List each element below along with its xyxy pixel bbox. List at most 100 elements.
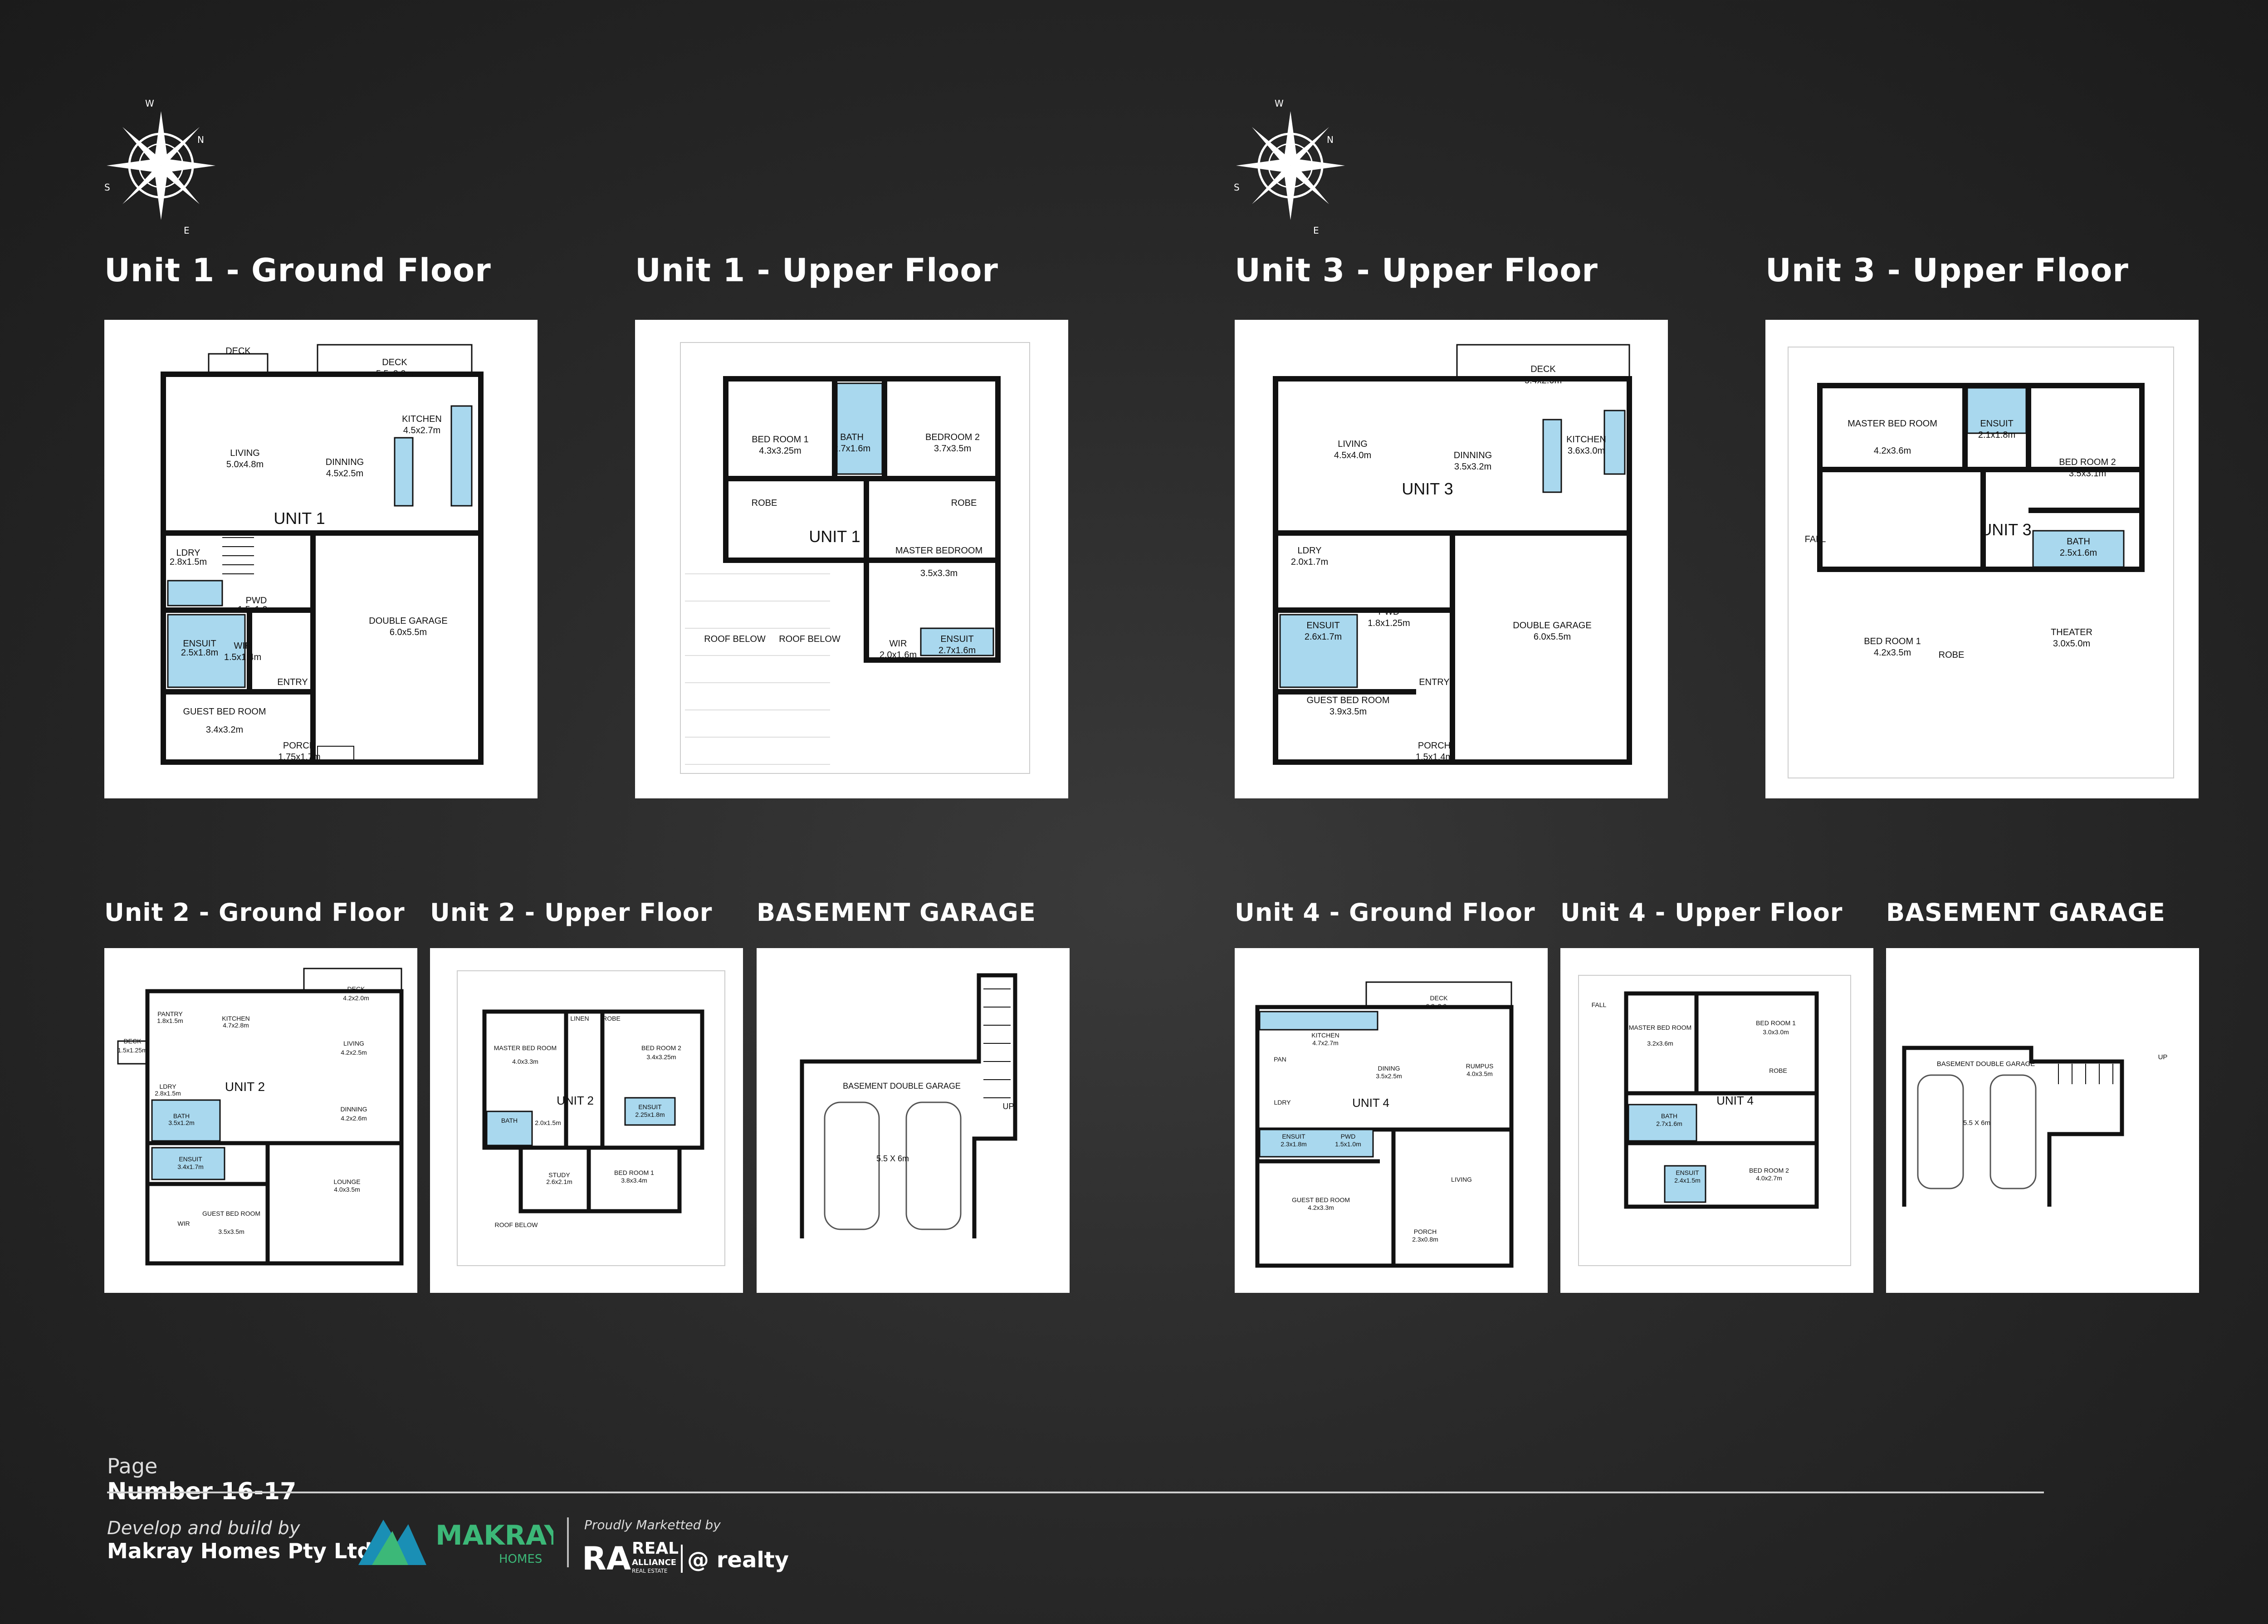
room-label: ROOF BELOW (779, 634, 841, 644)
room-label: ROBE (602, 1015, 621, 1022)
room-size: 5.5x2.0m (376, 369, 413, 379)
room-size: 2.6x1.7m (1305, 632, 1342, 642)
room-label: MASTER BEDROOM (895, 546, 982, 556)
room-label: ENTRY (277, 677, 308, 687)
title-unit3-upper-b: Unit 3 - Upper Floor (1765, 252, 2129, 289)
room-size: 3.4x3.25m (646, 1053, 676, 1061)
room-label: ENSUIT (179, 1155, 202, 1163)
room-size: 2.5x1.6m (2060, 548, 2097, 558)
floorplan-unit2-upper[interactable]: MASTER BED ROOM 4.0x3.3m LINEN ROBE BED … (430, 948, 743, 1293)
floorplan-basement-right[interactable]: BASEMENT DOUBLE GARAGE 5.5 X 6m UP (1886, 948, 2199, 1293)
room-size: 6.0x5.5m (1534, 632, 1571, 642)
ra-sub: REAL ESTATE (632, 1568, 667, 1574)
room-label: DECK (1530, 364, 1556, 374)
floorplan-unit1-ground[interactable]: DECK DECK 5.5x2.0m LIVING 5.0x4.8m DINNI… (104, 320, 538, 798)
ra-mark: RA (582, 1540, 631, 1576)
room-label: LDRY (176, 548, 200, 558)
room-size: 5.4x2.0m (1525, 376, 1562, 386)
floorplan-unit3-upper-a[interactable]: DECK 5.4x2.0m LIVING 4.5x4.0m DINNING 3.… (1235, 320, 1668, 798)
room-size: 1.5x1.0m (238, 605, 275, 615)
room-label: PORCH (1418, 741, 1451, 751)
room-label: LIVING (343, 1040, 364, 1047)
room-label: WIR (234, 641, 252, 651)
unit-label: UNIT 3 (1980, 520, 2031, 539)
floorplan-unit2-ground[interactable]: DECK 4.2x2.0m PANTRY 1.8x1.5m KITCHEN 4.… (104, 948, 417, 1293)
room-label: FALL (1592, 1001, 1607, 1008)
room-size: 2.3x1.8m (1281, 1140, 1307, 1148)
room-label: THEATER (2051, 627, 2092, 637)
room-size: 4.0x2.7m (1756, 1174, 1782, 1182)
room-label: MASTER BED ROOM (1848, 419, 1937, 429)
room-label: BED ROOM 1 (1756, 1019, 1796, 1027)
room-size: 4.2x2.6m (341, 1115, 367, 1122)
floorplan-unit4-ground[interactable]: DECK 6.3x2.0m KITCHEN 4.7x2.7m PAN DININ… (1235, 948, 1548, 1293)
room-size: 3.0x5.0m (2053, 639, 2090, 649)
compass-e-label: E (1313, 225, 1319, 236)
floorplan-basement-left[interactable]: BASEMENT DOUBLE GARAGE 5.5 X 6m UP (757, 948, 1070, 1293)
room-label: PWD (246, 596, 267, 606)
room-size: 2.6x2.1m (546, 1178, 572, 1185)
room-label: PWD (1378, 607, 1400, 617)
unit-label: UNIT 1 (274, 509, 325, 528)
room-size: 4.2x3.5m (1874, 648, 1911, 658)
room-size: 2.5x1.8m (181, 648, 218, 658)
basement-label: BASEMENT DOUBLE GARAGE (1937, 1060, 2035, 1068)
room-size: 2.7x1.6m (833, 444, 870, 454)
room-label: PORCH (1414, 1228, 1437, 1235)
compass-n-label: N (197, 134, 204, 145)
room-size: 3.2x3.6m (1647, 1040, 1673, 1047)
room-label: DOUBLE GARAGE (1513, 621, 1591, 631)
room-label: GUEST BED ROOM (202, 1210, 260, 1217)
room-size: 1.5x1.4m (1416, 752, 1453, 762)
up-label: UP (2158, 1053, 2168, 1061)
room-label: ENSUIT (1282, 1133, 1305, 1140)
room-size: 2.25x1.8m (635, 1111, 665, 1118)
floorplan-unit3-upper-b[interactable]: MASTER BED ROOM 4.2x3.6m ENSUIT 2.1x1.8m… (1765, 320, 2199, 798)
room-label: LDRY (1274, 1099, 1291, 1106)
room-size: 3.4x1.7m (177, 1163, 204, 1170)
room-label: DINNING (340, 1105, 367, 1113)
room-label: KITCHEN (222, 1015, 249, 1022)
makray-logo: MAKRAY HOMES (358, 1511, 565, 1570)
room-size: 2.0x1.6m (880, 650, 917, 660)
compass-w-label: W (1275, 98, 1284, 109)
room-size: 3.0x3.0m (1763, 1028, 1789, 1036)
room-label: KITCHEN (402, 414, 442, 424)
room-size: 2.8x1.5m (170, 557, 207, 567)
room-label: ROOF BELOW (495, 1221, 538, 1228)
room-label: KITCHEN (1311, 1032, 1339, 1039)
room-label: DECK (347, 985, 366, 993)
room-label: BED ROOM 1 (1864, 636, 1921, 646)
compass-rose-left: W N S E (95, 93, 236, 243)
title-unit3-upper-a: Unit 3 - Upper Floor (1235, 252, 1598, 289)
room-size: 1.8x1.25m (1368, 618, 1410, 628)
room-size: 3.7x3.5m (934, 444, 971, 454)
title-basement-left: BASEMENT GARAGE (757, 898, 1036, 927)
real-alliance-logo: RA REAL ALLIANCE REAL ESTATE @ realty (582, 1531, 791, 1577)
title-basement-right: BASEMENT GARAGE (1886, 898, 2165, 927)
room-size: 3.5x3.1m (2069, 469, 2106, 479)
room-label: ROOF BELOW (704, 634, 766, 644)
room-label: DOUBLE GARAGE (369, 616, 447, 626)
ra-name-2: ALLIANCE (632, 1558, 676, 1567)
compass-w-label: W (145, 98, 154, 109)
room-size: 3.5x3.3m (920, 568, 958, 578)
room-size: 4.5x2.7m (403, 426, 440, 435)
room-size: 1.5x1.0m (1335, 1140, 1361, 1148)
room-label: ROBE (752, 498, 777, 508)
room-label: PAN (1274, 1056, 1286, 1063)
unit-label: UNIT 1 (809, 527, 860, 546)
room-size: 2.1x1.8m (1978, 430, 2015, 440)
room-size: 4.0x3.5m (1466, 1070, 1493, 1077)
title-unit1-ground: Unit 1 - Ground Floor (104, 252, 491, 289)
at-realty: @ realty (687, 1547, 789, 1573)
compass-n-label: N (1327, 134, 1334, 145)
room-label: ENSUIT (1306, 621, 1339, 631)
room-size: 4.5x2.5m (326, 469, 363, 479)
room-label: LIVING (1451, 1176, 1472, 1183)
floorplan-unit1-upper[interactable]: BED ROOM 1 4.3x3.25m BATH 2.7x1.6m BEDRO… (635, 320, 1068, 798)
room-label: RUMPUS (1466, 1062, 1494, 1070)
room-label: ENSUIT (1980, 419, 2013, 429)
room-label: BED ROOM 1 (614, 1169, 654, 1176)
floorplan-unit4-upper[interactable]: MASTER BED ROOM 3.2x3.6m BED ROOM 1 3.0x… (1560, 948, 1873, 1293)
